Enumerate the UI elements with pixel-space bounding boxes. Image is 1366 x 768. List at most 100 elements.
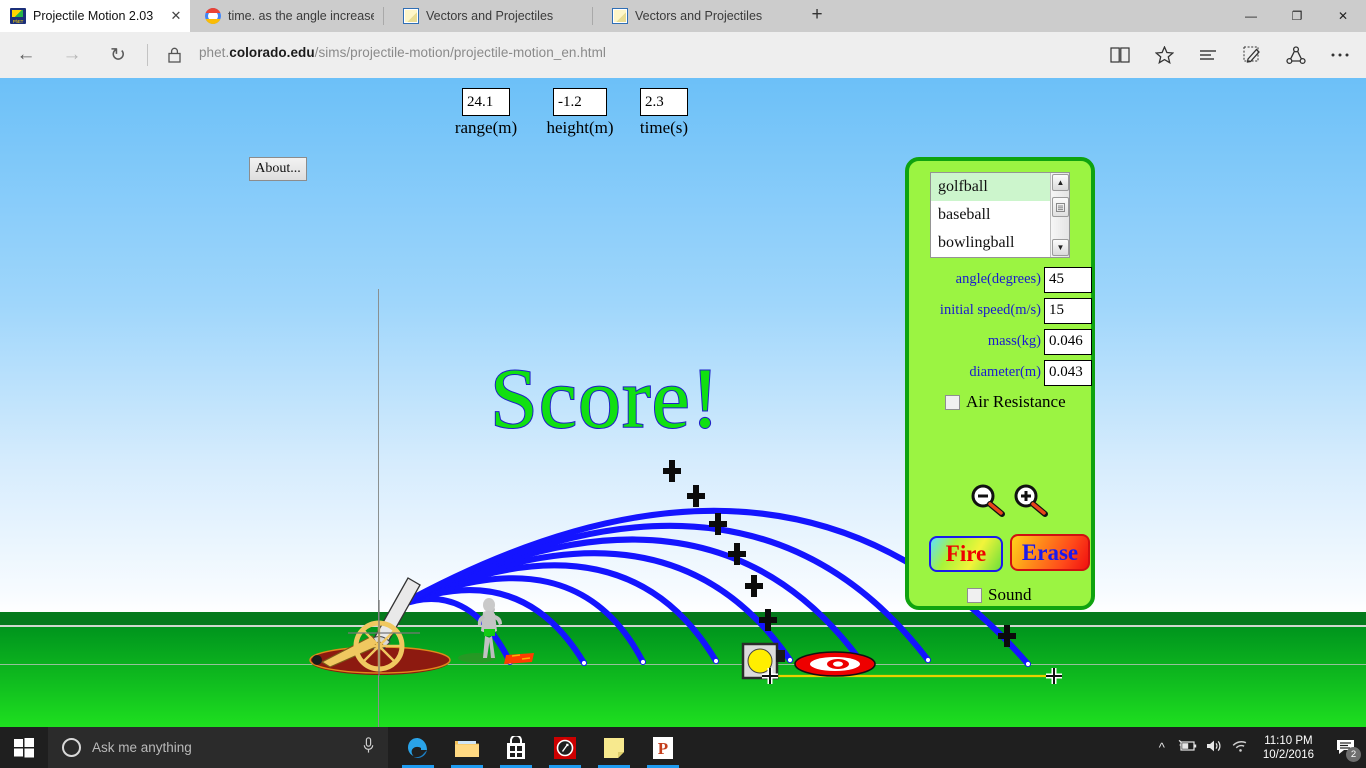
close-window-icon[interactable]: ✕ <box>1320 0 1366 32</box>
diameter-label: diameter(m) <box>969 364 1041 380</box>
range-label: range(m) <box>454 118 518 137</box>
erase-button[interactable]: Erase <box>1010 534 1090 571</box>
angle-input[interactable]: 45 <box>1044 266 1092 293</box>
back-icon[interactable]: ← <box>4 32 48 78</box>
reading-view-icon[interactable] <box>1098 32 1142 78</box>
more-icon[interactable] <box>1318 32 1362 78</box>
search-placeholder: Ask me anything <box>92 740 192 755</box>
tab-strip: Projectile Motion 2.03 ✕ time. as the an… <box>0 0 1366 32</box>
sound-label: Sound <box>988 585 1032 604</box>
about-button[interactable]: About... <box>249 157 307 181</box>
tab-projectile-motion[interactable]: Projectile Motion 2.03 ✕ <box>0 0 190 32</box>
tab-title: Vectors and Projectiles <box>426 9 554 23</box>
google-icon <box>205 8 221 24</box>
readout-time: 2.3 time(s) <box>633 88 695 138</box>
tab-vectors-1[interactable]: Vectors and Projectiles <box>393 0 583 32</box>
svg-text:P: P <box>658 739 668 758</box>
new-tab-button[interactable]: + <box>800 0 834 32</box>
air-resistance-label: Air Resistance <box>966 392 1066 411</box>
wifi-icon[interactable] <box>1227 739 1253 756</box>
forward-icon[interactable]: → <box>50 32 94 78</box>
target[interactable] <box>794 651 876 677</box>
zoom-out-icon <box>971 484 1005 517</box>
share-icon[interactable] <box>1274 32 1318 78</box>
tab-title: Vectors and Projectiles <box>635 9 763 23</box>
document-icon <box>612 8 628 24</box>
tab-title: Projectile Motion 2.03 <box>33 9 154 23</box>
projectile-option-golfball[interactable]: golfball <box>931 173 1069 201</box>
volume-icon[interactable] <box>1201 739 1227 756</box>
system-tray: ^ 11:10 PM 10/2/2016 2 <box>1149 727 1366 768</box>
notification-badge: 2 <box>1346 747 1361 762</box>
minimize-icon[interactable]: — <box>1228 0 1274 32</box>
fire-button[interactable]: Fire <box>929 536 1003 572</box>
clock-time: 11:10 PM <box>1264 734 1313 747</box>
range-value: 24.1 <box>462 88 510 116</box>
projectile-list[interactable]: golfball baseball bowlingball ▲ ▼ <box>930 172 1070 258</box>
cortana-icon <box>62 738 81 757</box>
url-path: /sims/projectile-motion/projectile-motio… <box>314 45 606 60</box>
window-controls: — ❐ ✕ <box>1228 0 1366 32</box>
address-bar[interactable]: phet.colorado.edu/sims/projectile-motion… <box>199 45 606 60</box>
maximize-icon[interactable]: ❐ <box>1274 0 1320 32</box>
store-icon[interactable] <box>494 727 538 768</box>
projectile-list-scrollbar[interactable]: ▲ ▼ <box>1050 173 1069 257</box>
refresh-icon[interactable]: ↻ <box>96 32 140 78</box>
microphone-icon[interactable] <box>363 736 374 759</box>
document-icon <box>403 8 419 24</box>
clock[interactable]: 11:10 PM 10/2/2016 <box>1253 734 1324 762</box>
score-text: Score! <box>489 350 721 446</box>
hub-icon[interactable] <box>1186 32 1230 78</box>
url-domain-prefix: phet. <box>199 45 230 60</box>
tab-separator <box>592 7 593 25</box>
web-note-icon[interactable] <box>1230 32 1274 78</box>
lock-icon <box>160 32 188 78</box>
powerpoint-icon[interactable]: P <box>641 727 685 768</box>
tab-title: time. as the angle increases <box>228 9 374 23</box>
edge-icon[interactable] <box>396 727 440 768</box>
scroll-down-icon[interactable]: ▼ <box>1052 239 1069 256</box>
angle-label: angle(degrees) <box>955 271 1041 287</box>
tab-vectors-2[interactable]: Vectors and Projectiles <box>602 0 798 32</box>
initial-speed-input[interactable]: 15 <box>1044 297 1092 324</box>
chevron-up-icon[interactable]: ^ <box>1149 740 1175 755</box>
air-resistance-row[interactable]: Air Resistance <box>945 392 1066 412</box>
diameter-input[interactable]: 0.043 <box>1044 359 1092 386</box>
height-label: height(m) <box>546 118 614 137</box>
start-icon[interactable] <box>0 727 48 768</box>
mass-input[interactable]: 0.046 <box>1044 328 1092 355</box>
readout-range: 24.1 range(m) <box>451 88 521 138</box>
file-explorer-icon[interactable] <box>445 727 489 768</box>
browser-window: Projectile Motion 2.03 ✕ time. as the an… <box>0 0 1366 768</box>
app-red-icon[interactable] <box>543 727 587 768</box>
mass-label: mass(kg) <box>987 333 1041 349</box>
field-angle: angle(degrees) 45 <box>917 266 1092 293</box>
field-diameter: diameter(m) 0.043 <box>917 359 1092 386</box>
sound-row[interactable]: Sound <box>967 585 1031 605</box>
projectile-option-baseball[interactable]: baseball <box>931 201 1069 229</box>
projectile-option-bowlingball[interactable]: bowlingball <box>931 229 1069 257</box>
clock-date: 10/2/2016 <box>1262 748 1314 761</box>
air-resistance-checkbox[interactable] <box>945 394 960 410</box>
time-label: time(s) <box>639 118 689 137</box>
favorites-star-icon[interactable] <box>1142 32 1186 78</box>
battery-icon[interactable] <box>1175 739 1201 755</box>
simulation-canvas[interactable]: About... 24.1 range(m) -1.2 height(m) 2.… <box>0 78 1366 727</box>
action-center-icon[interactable]: 2 <box>1324 727 1366 768</box>
zoom-in-icon <box>1014 484 1048 517</box>
initial-speed-label: initial speed(m/s) <box>939 302 1041 318</box>
sticky-notes-icon[interactable] <box>592 727 636 768</box>
scrollbar-thumb[interactable] <box>1052 197 1069 217</box>
close-icon[interactable]: ✕ <box>168 8 184 24</box>
scroll-up-icon[interactable]: ▲ <box>1052 174 1069 191</box>
tab-time-angle[interactable]: time. as the angle increases <box>195 0 380 32</box>
phet-icon <box>10 8 26 24</box>
search-input[interactable]: Ask me anything <box>48 727 388 768</box>
zoom-controls <box>969 483 1059 519</box>
url-domain: colorado.edu <box>229 45 315 60</box>
sound-checkbox[interactable] <box>967 587 982 603</box>
tab-separator <box>383 7 384 25</box>
toolbar-divider <box>147 44 148 66</box>
taskbar-apps: P <box>396 727 685 768</box>
height-value: -1.2 <box>553 88 607 116</box>
